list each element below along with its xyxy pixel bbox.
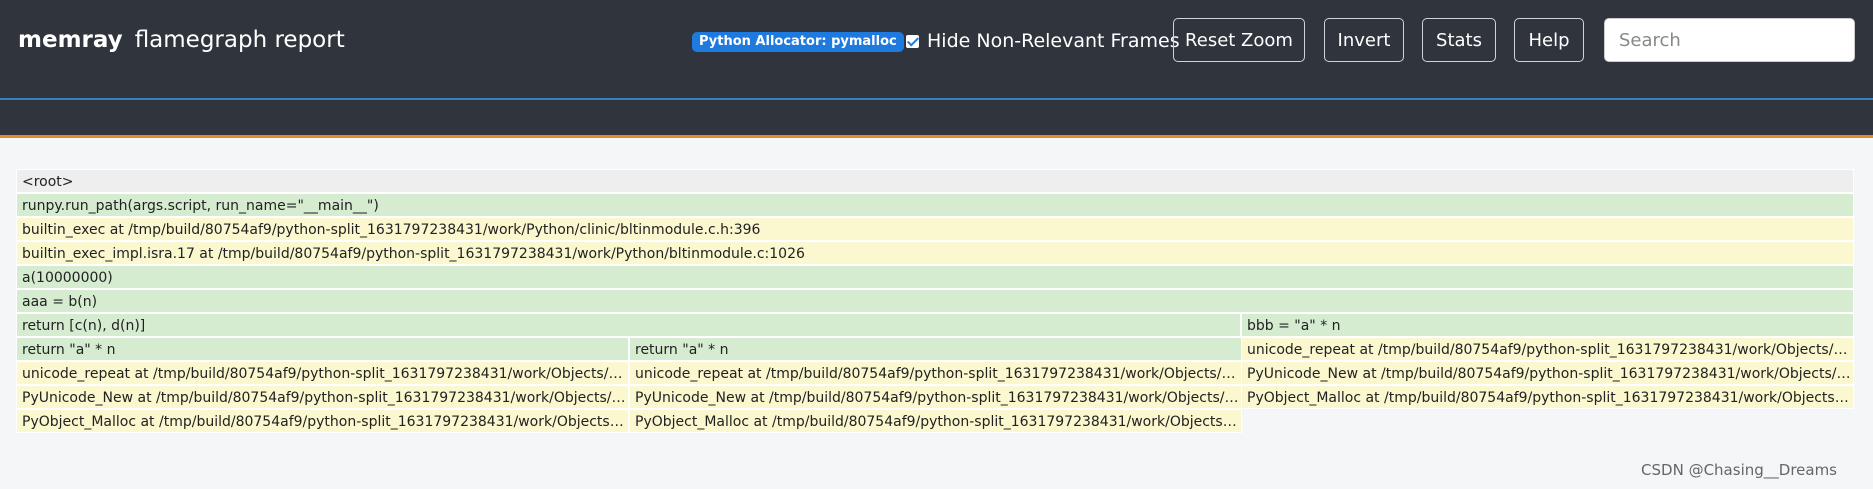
flame-frame[interactable]: builtin_exec at /tmp/build/80754af9/pyth…	[16, 217, 1854, 241]
flame-frame[interactable]: PyUnicode_New at /tmp/build/80754af9/pyt…	[16, 385, 629, 409]
flame-row: builtin_exec_impl.isra.17 at /tmp/build/…	[16, 241, 1854, 265]
flame-frame[interactable]: unicode_repeat at /tmp/build/80754af9/py…	[1241, 337, 1854, 361]
flame-row: builtin_exec at /tmp/build/80754af9/pyth…	[16, 217, 1854, 241]
flame-frame[interactable]: PyObject_Malloc at /tmp/build/80754af9/p…	[1241, 385, 1854, 409]
flame-frame[interactable]: <root>	[16, 169, 1854, 193]
flame-frame[interactable]: PyObject_Malloc at /tmp/build/80754af9/p…	[629, 409, 1242, 433]
search-input[interactable]	[1604, 18, 1855, 62]
allocator-badge: Python Allocator: pymalloc	[692, 32, 904, 52]
flame-frame[interactable]: PyUnicode_New at /tmp/build/80754af9/pyt…	[629, 385, 1242, 409]
brand-subtitle: flamegraph report	[134, 27, 345, 53]
flame-row: a(10000000)	[16, 265, 1854, 289]
flame-frame[interactable]: PyObject_Malloc at /tmp/build/80754af9/p…	[16, 409, 629, 433]
top-navbar: memray flamegraph report Python Allocator…	[0, 0, 1873, 100]
flame-frame[interactable]: runpy.run_path(args.script, run_name="__…	[16, 193, 1854, 217]
stats-button[interactable]: Stats	[1422, 18, 1496, 62]
invert-button[interactable]: Invert	[1324, 18, 1404, 62]
flame-row: return "a" * n return "a" * n unicode_repe…	[16, 337, 1854, 361]
brand-name: memray	[18, 27, 123, 53]
flame-row: PyObject_Malloc at /tmp/build/80754af9/p…	[16, 409, 1854, 433]
flame-frame[interactable]: return [c(n), d(n)]	[16, 313, 1241, 337]
flame-frame[interactable]: unicode_repeat at /tmp/build/80754af9/py…	[629, 361, 1242, 385]
flame-frame[interactable]: builtin_exec_impl.isra.17 at /tmp/build/…	[16, 241, 1854, 265]
flame-row: aaa = b(n)	[16, 289, 1854, 313]
flame-row: runpy.run_path(args.script, run_name="__…	[16, 193, 1854, 217]
flame-frame[interactable]: a(10000000)	[16, 265, 1854, 289]
hide-frames-toggle[interactable]: Hide Non-Relevant Frames	[906, 30, 1180, 52]
hide-frames-label: Hide Non-Relevant Frames	[927, 30, 1180, 52]
flame-frame[interactable]: PyUnicode_New at /tmp/build/80754af9/pyt…	[1241, 361, 1854, 385]
flame-row: PyUnicode_New at /tmp/build/80754af9/pyt…	[16, 385, 1854, 409]
brand: memray flamegraph report	[18, 27, 345, 53]
flame-row: return [c(n), d(n)] bbb = "a" * n	[16, 313, 1854, 337]
flame-frame[interactable]: return "a" * n	[629, 337, 1242, 361]
flame-frame[interactable]: unicode_repeat at /tmp/build/80754af9/py…	[16, 361, 629, 385]
flame-frame[interactable]: aaa = b(n)	[16, 289, 1854, 313]
watermark: CSDN @Chasing__Dreams	[1641, 461, 1837, 479]
help-button[interactable]: Help	[1514, 18, 1584, 62]
hide-frames-checkbox[interactable]	[906, 34, 919, 48]
flame-row: unicode_repeat at /tmp/build/80754af9/py…	[16, 361, 1854, 385]
reset-zoom-button[interactable]: Reset Zoom	[1173, 18, 1305, 62]
flamegraph: <root> runpy.run_path(args.script, run_na…	[16, 169, 1854, 433]
flame-frame[interactable]: bbb = "a" * n	[1241, 313, 1854, 337]
flame-row: <root>	[16, 169, 1854, 193]
tooltip-bar	[0, 100, 1873, 138]
flame-frame[interactable]: return "a" * n	[16, 337, 629, 361]
